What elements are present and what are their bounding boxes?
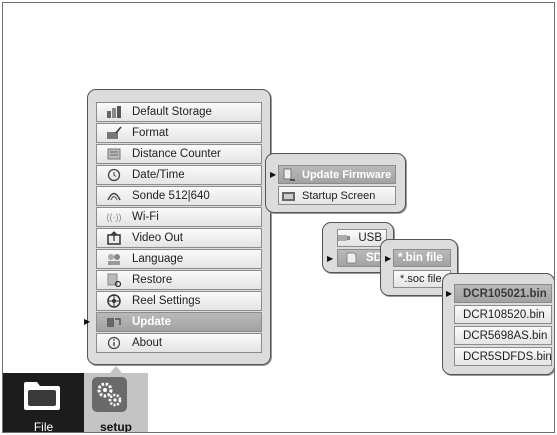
menu-item-default-storage[interactable]: Default Storage [96,102,262,122]
file-item-label: DCR5698AS.bin [463,329,548,342]
menu-item-restore[interactable]: Restore [96,270,262,290]
reel-icon [105,294,123,309]
file-item-label: DCR105021.bin [463,287,547,300]
startup-icon [280,188,298,203]
menu-item-about[interactable]: About [96,333,262,353]
file-item[interactable]: DCR5698AS.bin [454,326,552,345]
taskbar-setup-label: setup [99,420,132,433]
menu-item-label: Update Firmware [302,168,392,181]
restore-icon [105,273,123,288]
selection-arrow-icon: ▶ [270,170,277,179]
menu-item-update-firmware[interactable]: Update Firmware [278,165,396,184]
taskbar-setup-button[interactable]: setup [84,366,148,433]
taskbar-file-label: File [33,420,54,433]
menu-item-startup-screen[interactable]: Startup Screen [278,186,396,205]
screen: Default Storage Format Distance Counter … [2,2,555,433]
counter-icon [105,147,123,162]
clock-icon [105,168,123,183]
update-submenu: ▶ Update Firmware Startup Screen [265,153,406,213]
menu-item-update[interactable]: Update [96,312,262,332]
file-item[interactable]: DCR5SDFDS.bin [454,347,552,366]
menu-item-video-out[interactable]: Video Out [96,228,262,248]
file-item[interactable]: DCR108520.bin [454,305,552,324]
selection-arrow-icon: ▶ [327,254,334,263]
menu-item-language[interactable]: Language [96,249,262,269]
menu-item-wifi[interactable]: ((·)) Wi-Fi [96,207,262,227]
menu-item-label: *.bin file [398,252,443,264]
video-out-icon [105,231,123,246]
selection-arrow-icon: ▶ [84,317,91,326]
file-item[interactable]: DCR105021.bin [454,284,552,303]
menu-item-label: Date/Time [132,169,185,181]
menu-item-label: *.soc file [400,273,442,285]
menu-item-label: Default Storage [132,106,212,118]
info-icon [105,336,123,351]
active-indicator-icon [110,366,122,373]
language-icon [105,252,123,267]
storage-icon [105,105,123,120]
taskbar: File setup [3,366,148,433]
menu-item-label: USB [358,232,382,244]
file-item-label: DCR5SDFDS.bin [463,350,552,363]
files-submenu: ▶ DCR105021.bin DCR108520.bin DCR5698AS.… [442,273,554,375]
format-icon [105,126,123,141]
menu-item-label: Reel Settings [132,295,201,307]
selection-arrow-icon: ▶ [446,289,453,298]
menu-item-sonde[interactable]: Sonde 512|640 [96,186,262,206]
selection-arrow-icon: ▶ [385,254,392,263]
menu-item-label: Video Out [132,232,183,244]
usb-icon [338,231,352,246]
menu-item-label: About [132,337,163,349]
menu-item-bin-file[interactable]: *.bin file [393,249,451,267]
taskbar-file-button[interactable]: File [3,373,84,433]
file-item-label: DCR108520.bin [463,308,545,321]
menu-item-label: Sonde 512|640 [132,190,210,202]
menu-item-distance-counter[interactable]: Distance Counter [96,144,262,164]
menu-item-label: Distance Counter [132,148,221,160]
wifi-icon: ((·)) [106,212,122,222]
menu-item-label: Wi-Fi [132,211,159,223]
firmware-icon [280,167,298,182]
menu-item-label: Update [132,316,171,328]
update-icon [105,315,123,330]
menu-item-date-time[interactable]: Date/Time [96,165,262,185]
menu-item-label: Language [132,253,184,265]
gears-icon [91,376,128,418]
menu-item-label: Restore [132,274,173,286]
setup-menu: Default Storage Format Distance Counter … [84,89,271,365]
menu-item-format[interactable]: Format [96,123,262,143]
menu-item-reel-settings[interactable]: Reel Settings [96,291,262,311]
sonde-icon [105,189,123,204]
menu-item-label: Startup Screen [302,189,376,202]
menu-item-label: Format [132,127,169,139]
folder-icon [22,380,62,417]
sd-card-icon [342,251,360,266]
